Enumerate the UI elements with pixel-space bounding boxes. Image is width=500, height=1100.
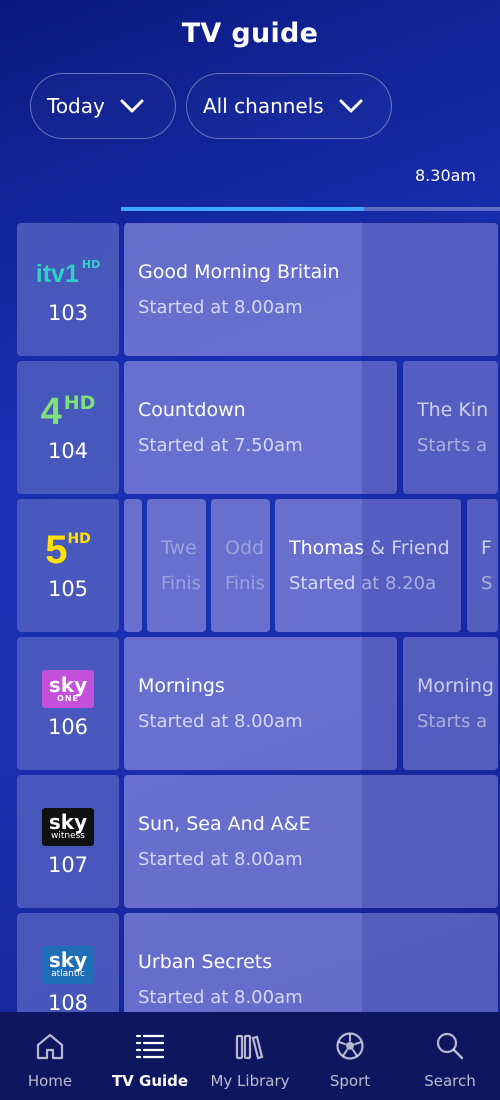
search-icon: [436, 1032, 464, 1060]
library-icon: [235, 1034, 264, 1060]
channel-number: 106: [47, 714, 89, 739]
channel5-logo: 5 HD: [45, 528, 91, 572]
program-time: Finis: [161, 573, 201, 594]
nav-label: Home: [27, 1072, 73, 1090]
channel-104[interactable]: 4 HD 104: [17, 361, 119, 494]
channel-number: 105: [47, 576, 89, 601]
program-time: Started at 8.00am: [138, 297, 303, 318]
channel-row-108: sky atlantic 108 Urban Secrets Started at…: [0, 913, 500, 1012]
program-cell[interactable]: Sun, Sea And A&E Started at 8.00am: [124, 775, 498, 908]
program-title: Urban Secrets: [138, 951, 273, 973]
tv-guide-icon: [135, 1034, 165, 1059]
program-cell[interactable]: The Kin Starts a: [403, 361, 498, 494]
sky-witness-logo: sky witness: [42, 807, 94, 847]
program-cell[interactable]: Thomas & Friend Started at 8.20a: [275, 499, 461, 632]
program-cell[interactable]: Twe Finis: [147, 499, 206, 632]
channel4-logo: 4 HD: [40, 391, 96, 433]
program-time: Starts a: [417, 435, 488, 456]
program-time: Started at 8.20a: [289, 573, 437, 594]
program-title: Good Morning Britain: [138, 261, 340, 283]
guide-grid[interactable]: itv1 HD 103 Good Morning Britain Started …: [0, 0, 500, 1012]
program-cell[interactable]: Urban Secrets Started at 8.00am: [124, 913, 498, 1012]
program-cell[interactable]: F S: [467, 499, 498, 632]
program-cell[interactable]: Good Morning Britain Started at 8.00am: [124, 223, 498, 356]
sport-icon: [336, 1032, 364, 1060]
program-title: The Kin: [417, 399, 489, 421]
nav-label: Sport: [329, 1072, 371, 1090]
channel-number: 107: [47, 852, 89, 877]
nav-search[interactable]: Search: [400, 1012, 500, 1100]
program-title: Mornings: [138, 675, 225, 697]
bottom-nav: Home TV Guide My Library Sport Search: [0, 1012, 500, 1100]
channel-row-103: itv1 HD 103 Good Morning Britain Started …: [0, 223, 500, 356]
program-title: Sun, Sea And A&E: [138, 813, 311, 835]
program-time: Starts a: [417, 711, 488, 732]
nav-my-library[interactable]: My Library: [200, 1012, 300, 1100]
nav-label: Search: [424, 1072, 476, 1090]
channel-108[interactable]: sky atlantic 108: [17, 913, 119, 1012]
nav-home[interactable]: Home: [0, 1012, 100, 1100]
nav-sport[interactable]: Sport: [300, 1012, 400, 1100]
program-time: Finis: [225, 573, 265, 594]
program-cell[interactable]: [124, 499, 142, 632]
itv1-logo: itv1 HD: [35, 258, 101, 288]
program-time: Started at 7.50am: [138, 435, 303, 456]
channel-number: 108: [47, 990, 89, 1013]
sky-one-logo: sky ONE: [42, 669, 94, 709]
program-cell[interactable]: Morning Starts a: [403, 637, 498, 770]
program-title: Countdown: [138, 399, 246, 421]
nav-label: TV Guide: [111, 1072, 189, 1090]
channel-number: 103: [47, 300, 89, 325]
program-title: F: [481, 537, 492, 559]
program-time: Started at 8.00am: [138, 987, 303, 1008]
program-title: Odd: [225, 537, 265, 559]
program-time: Started at 8.00am: [138, 849, 303, 870]
channel-row-106: sky ONE 106 Mornings Started at 8.00am Mo…: [0, 637, 500, 770]
home-icon: [36, 1033, 64, 1060]
program-cell[interactable]: Countdown Started at 7.50am: [124, 361, 397, 494]
channel-row-104: 4 HD 104 Countdown Started at 7.50am The …: [0, 361, 500, 494]
program-cell[interactable]: Mornings Started at 8.00am: [124, 637, 397, 770]
sky-atlantic-logo: sky atlantic: [42, 945, 94, 985]
channel-107[interactable]: sky witness 107: [17, 775, 119, 908]
channel-105[interactable]: 5 HD 105: [17, 499, 119, 632]
channel-106[interactable]: sky ONE 106: [17, 637, 119, 770]
channel-row-107: sky witness 107 Sun, Sea And A&E Started …: [0, 775, 500, 908]
channel-row-105: 5 HD 105 Twe Finis Odd Finis Thomas & Fri…: [0, 499, 500, 632]
program-title: Thomas & Friend: [289, 537, 450, 559]
nav-tv-guide[interactable]: TV Guide: [100, 1012, 200, 1100]
program-time: S: [481, 573, 493, 594]
program-title: Morning: [417, 675, 494, 697]
nav-label: My Library: [210, 1072, 290, 1090]
channel-number: 104: [47, 438, 89, 463]
program-time: Started at 8.00am: [138, 711, 303, 732]
program-cell[interactable]: Odd Finis: [211, 499, 270, 632]
program-title: Twe: [161, 537, 197, 559]
channel-103[interactable]: itv1 HD 103: [17, 223, 119, 356]
